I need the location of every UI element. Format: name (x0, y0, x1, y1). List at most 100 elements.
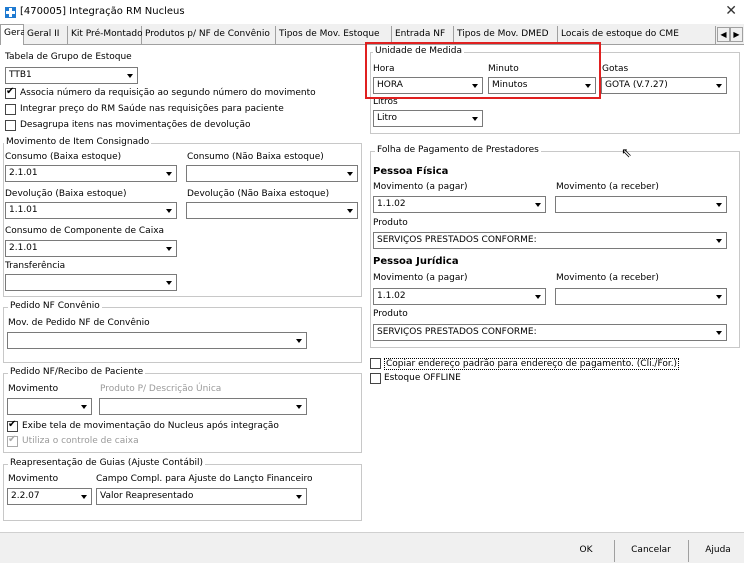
chevron-down-icon[interactable] (712, 289, 726, 304)
litros-value: Litro (377, 113, 398, 123)
estoque-offline-checkbox[interactable] (370, 373, 381, 384)
mov-pedido-convenio-select[interactable] (7, 332, 307, 349)
devolucao-baixa-value: 1.1.01 (9, 205, 38, 215)
window-title: [470005] Integração RM Nucleus (20, 6, 185, 17)
pj-mov-receber-select[interactable] (555, 288, 727, 305)
consumo-baixa-select[interactable]: 2.1.01 (5, 165, 177, 182)
litros-select[interactable]: Litro (373, 110, 483, 127)
componente-select[interactable]: 2.1.01 (5, 240, 177, 257)
pf-produto-value: SERVIÇOS PRESTADOS CONFORME: (377, 235, 537, 245)
pf-mov-receber-select[interactable] (555, 196, 727, 213)
campo-compl-label: Campo Compl. para Ajuste do Lançto Finan… (96, 474, 313, 484)
integrar-label: Integrar preço do RM Saúde nas requisiçõ… (20, 104, 284, 114)
consumo-baixa-label: Consumo (Baixa estoque) (5, 152, 122, 162)
chevron-down-icon[interactable] (292, 333, 306, 348)
gotas-select[interactable]: GOTA (V.7.27) (601, 77, 727, 94)
pf-produto-select[interactable]: SERVIÇOS PRESTADOS CONFORME: (373, 232, 727, 249)
chevron-down-icon[interactable] (712, 78, 726, 93)
pessoa-fisica-title: Pessoa Física (373, 166, 449, 177)
desagrupa-checkbox[interactable] (5, 120, 16, 131)
chevron-down-icon[interactable] (162, 203, 176, 218)
tab-geral[interactable]: Geral (0, 24, 28, 45)
pj-produto-value: SERVIÇOS PRESTADOS CONFORME: (377, 327, 537, 337)
mov-pedido-convenio-label: Mov. de Pedido NF de Convênio (8, 318, 150, 328)
chevron-down-icon[interactable] (77, 489, 91, 504)
chevron-down-icon[interactable] (292, 489, 306, 504)
cancel-button[interactable]: Cancelar (622, 540, 680, 562)
chevron-down-icon[interactable] (712, 197, 726, 212)
consignado-title: Movimento de Item Consignado (4, 137, 152, 147)
reapresentacao-movimento-value: 2.2.07 (11, 491, 40, 501)
tab-scroll-right-icon[interactable]: ▶ (730, 27, 743, 42)
utiliza-caixa-label: Utiliza o controle de caixa (22, 436, 139, 446)
chevron-down-icon[interactable] (162, 241, 176, 256)
pj-mov-pagar-select[interactable]: 1.1.02 (373, 288, 546, 305)
desagrupa-label: Desagrupa itens nas movimentações de dev… (20, 120, 251, 130)
transferencia-label: Transferência (5, 261, 66, 271)
chevron-down-icon[interactable] (162, 166, 176, 181)
folha-pagamento-group: Folha de Pagamento de Prestadores (370, 145, 740, 348)
chevron-down-icon[interactable] (712, 233, 726, 248)
pf-mov-pagar-value: 1.1.02 (377, 199, 406, 209)
chevron-down-icon[interactable] (123, 68, 137, 83)
transferencia-select[interactable] (5, 274, 177, 291)
title-bar: [470005] Integração RM Nucleus ✕ (0, 0, 744, 24)
highlight-box (365, 42, 601, 99)
gotas-value: GOTA (V.7.27) (605, 80, 668, 90)
consumo-nao-select[interactable] (186, 165, 358, 182)
close-icon[interactable]: ✕ (725, 3, 737, 19)
help-button-label: Ajuda (705, 545, 731, 555)
paciente-movimento-select[interactable] (7, 398, 92, 415)
chevron-down-icon[interactable] (531, 289, 545, 304)
pf-produto-label: Produto (373, 218, 408, 228)
folha-pagamento-title: Folha de Pagamento de Prestadores (375, 145, 541, 155)
copiar-endereco-checkbox[interactable] (370, 358, 381, 369)
estoque-offline-label: Estoque OFFLINE (384, 373, 461, 383)
tabela-grupo-label: Tabela de Grupo de Estoque (5, 52, 132, 62)
consumo-nao-label: Consumo (Não Baixa estoque) (187, 152, 324, 162)
pessoa-juridica-title: Pessoa Jurídica (373, 256, 459, 267)
pj-produto-select[interactable]: SERVIÇOS PRESTADOS CONFORME: (373, 324, 727, 341)
tabela-grupo-select[interactable]: TTB1 (5, 67, 138, 84)
pedido-paciente-title: Pedido NF/Recibo de Paciente (8, 367, 146, 377)
mouse-cursor-icon: ⇖ (621, 146, 632, 161)
exibe-tela-checkbox[interactable] (7, 419, 18, 432)
chevron-down-icon[interactable] (468, 111, 482, 126)
reapresentacao-movimento-select[interactable]: 2.2.07 (7, 488, 92, 505)
chevron-down-icon[interactable] (162, 275, 176, 290)
associa-label: Associa número da requisição ao segundo … (20, 88, 316, 98)
chevron-down-icon[interactable] (712, 325, 726, 340)
campo-compl-select[interactable]: Valor Reapresentado (96, 488, 307, 505)
integrar-checkbox[interactable] (5, 104, 16, 115)
copiar-endereco-label: Copiar endereço padrão para endereço de … (384, 358, 680, 370)
tab-produtos-nf-convenio[interactable]: Produtos p/ NF de Convênio (142, 26, 276, 44)
devolucao-nao-label: Devolução (Não Baixa estoque) (187, 189, 330, 199)
devolucao-nao-select[interactable] (186, 202, 358, 219)
tab-scroll-left-icon[interactable]: ◀ (717, 27, 730, 42)
pj-mov-pagar-value: 1.1.02 (377, 291, 406, 301)
paciente-produto-select[interactable] (99, 398, 307, 415)
tab-kit-pre-montado[interactable]: Kit Pré-Montado (68, 26, 143, 44)
chevron-down-icon[interactable] (77, 399, 91, 414)
help-button[interactable]: Ajuda (696, 540, 740, 562)
consumo-baixa-value: 2.1.01 (9, 168, 38, 178)
chevron-down-icon[interactable] (343, 203, 357, 218)
chevron-down-icon[interactable] (531, 197, 545, 212)
chevron-down-icon[interactable] (343, 166, 357, 181)
pf-mov-pagar-select[interactable]: 1.1.02 (373, 196, 546, 213)
tabela-grupo-value: TTB1 (9, 70, 32, 80)
tab-geral-ii[interactable]: Geral II (24, 26, 68, 44)
ok-button[interactable]: OK (566, 540, 606, 562)
devolucao-baixa-label: Devolução (Baixa estoque) (5, 189, 127, 199)
paciente-movimento-label: Movimento (8, 384, 59, 394)
pj-mov-pagar-label: Movimento (a pagar) (373, 273, 468, 283)
campo-compl-value: Valor Reapresentado (100, 491, 194, 501)
chevron-down-icon[interactable] (292, 399, 306, 414)
devolucao-baixa-select[interactable]: 1.1.01 (5, 202, 177, 219)
associa-checkbox[interactable] (5, 86, 16, 99)
pedido-convenio-title: Pedido NF Convênio (8, 301, 102, 311)
pj-mov-receber-label: Movimento (a receber) (556, 273, 659, 283)
utiliza-caixa-checkbox[interactable] (7, 434, 18, 447)
footer-divider (688, 540, 689, 562)
componente-label: Consumo de Componente de Caixa (5, 226, 165, 236)
